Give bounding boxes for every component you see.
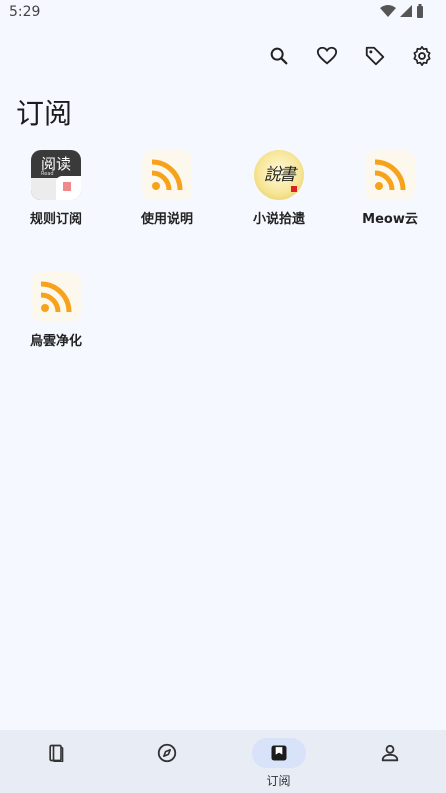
nav-item-bookshelf[interactable]: [0, 730, 111, 793]
nav-item-discover[interactable]: [111, 730, 222, 793]
rss-icon: [365, 150, 415, 200]
subscription-tile[interactable]: 阅读 Read 规则订阅: [0, 150, 112, 250]
subscription-tile[interactable]: Meow云: [334, 150, 446, 250]
subscription-label: 使用说明: [140, 212, 193, 227]
rss-icon: [142, 150, 192, 200]
battery-icon: [417, 4, 423, 18]
heart-icon[interactable]: [313, 42, 341, 70]
book-icon: [29, 738, 83, 768]
settings-icon[interactable]: [408, 42, 436, 70]
novel-calligraphy-icon: 說書: [254, 150, 304, 200]
search-icon[interactable]: [265, 42, 293, 70]
nav-label-subscription: 订阅: [266, 774, 291, 788]
subscription-tile[interactable]: 說書 小说拾遗: [223, 150, 335, 250]
reader-app-icon: 阅读 Read: [31, 150, 81, 200]
top-toolbar: [0, 38, 446, 74]
subscription-tile[interactable]: 使用说明: [111, 150, 223, 250]
subscription-label: 烏雲净化: [29, 334, 82, 349]
novel-icon-text: 說書: [264, 165, 296, 185]
person-icon: [363, 738, 417, 768]
status-time: 5:29: [9, 4, 41, 20]
rss-icon: [31, 272, 81, 322]
signal-icon: [400, 5, 412, 17]
reader-icon-text: 阅读: [40, 155, 71, 173]
status-icons: [380, 4, 424, 18]
compass-icon: [140, 738, 194, 768]
wifi-icon: [380, 5, 396, 17]
tag-icon[interactable]: [361, 42, 389, 70]
nav-item-subscription[interactable]: 订阅: [223, 730, 334, 793]
nav-item-profile[interactable]: [334, 730, 445, 793]
page-title: 订阅: [16, 97, 73, 130]
bookmark-icon: [251, 738, 306, 768]
status-bar: 5:29: [0, 0, 446, 26]
subscription-label: Meow云: [362, 212, 418, 227]
bottom-navigation: 订阅: [0, 730, 446, 793]
reader-icon-subtext: Read: [41, 171, 54, 177]
subscription-label: 小说拾遗: [252, 212, 305, 227]
subscription-label: 规则订阅: [29, 212, 82, 227]
subscription-tile[interactable]: 烏雲净化: [0, 272, 112, 372]
